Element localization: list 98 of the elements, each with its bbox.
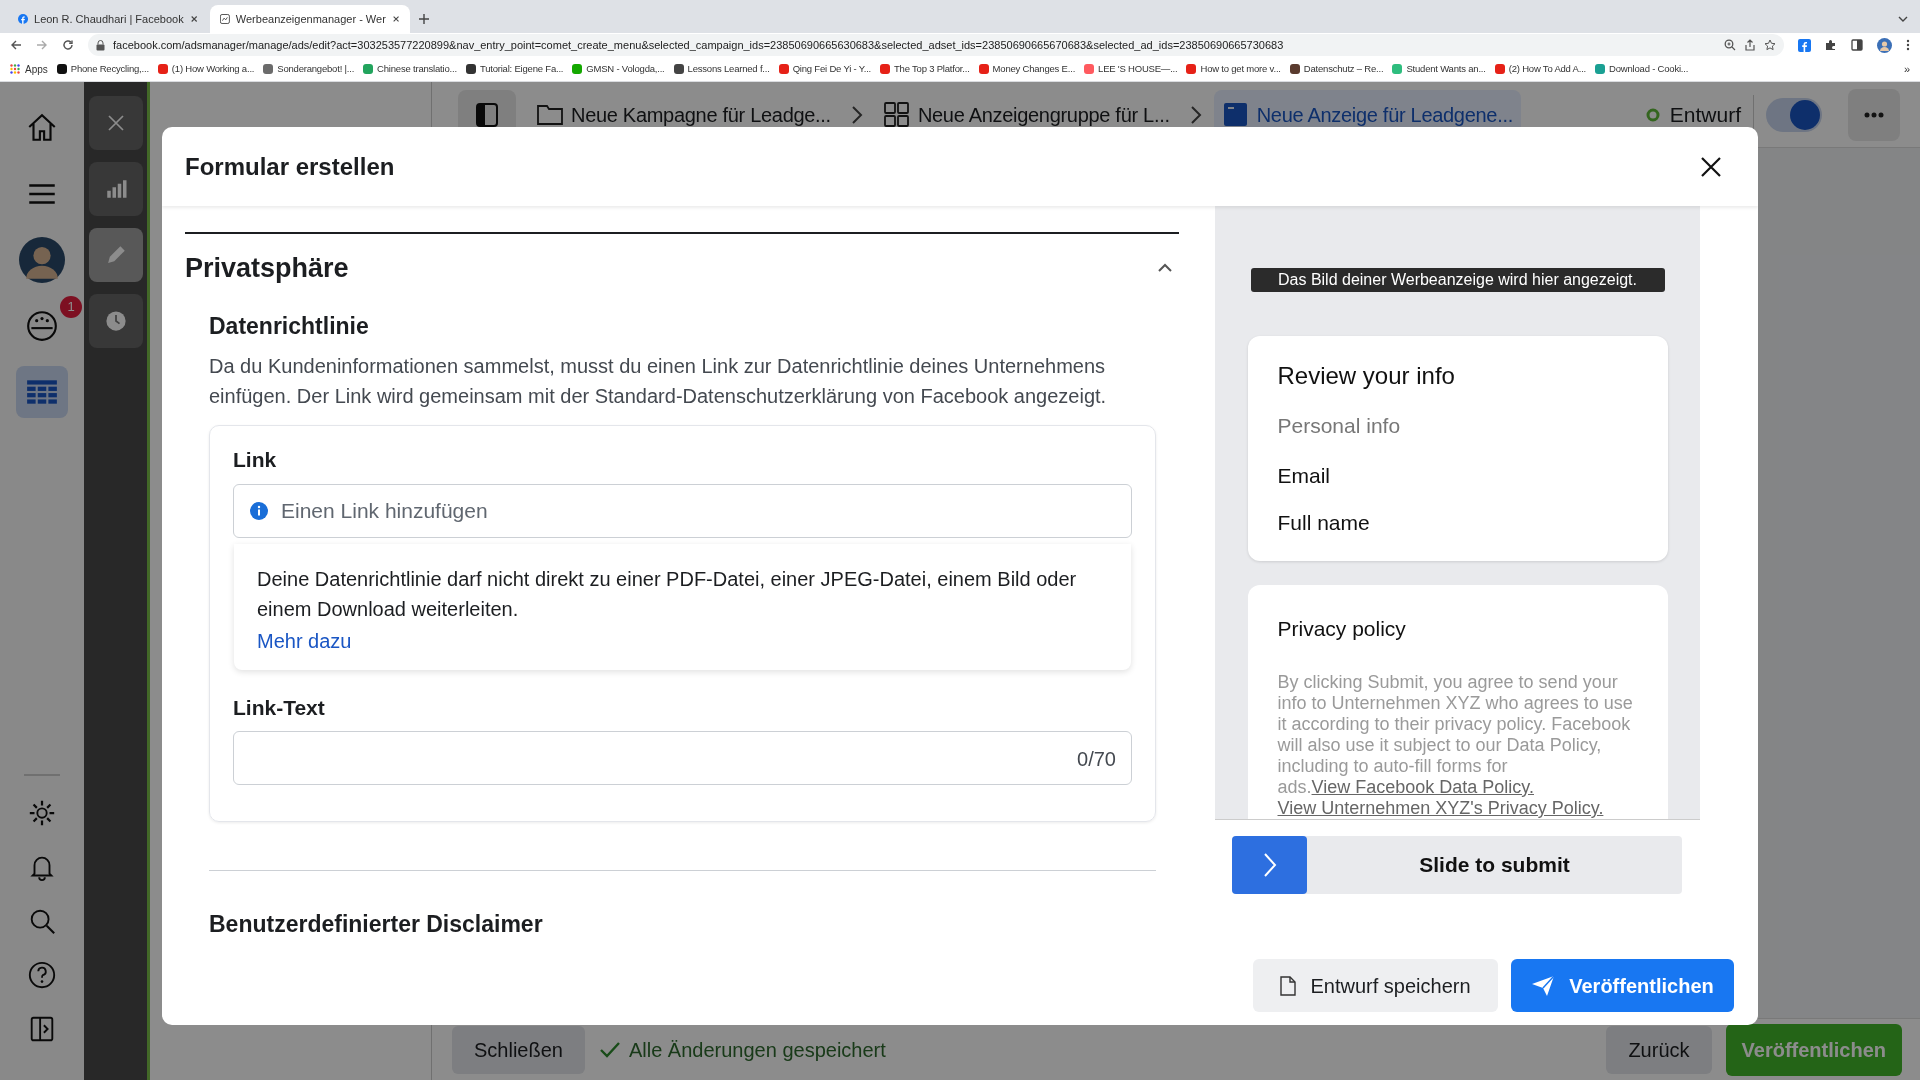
status-label: Entwurf [1669,101,1741,128]
nav-button[interactable] [16,366,68,418]
breadcrumb-item[interactable]: Neue Kampagne für Leadge... [528,89,839,140]
card-subtitle: Personal info [1277,413,1402,439]
zoom-icon[interactable] [1724,39,1736,51]
save-draft-button[interactable]: Entwurf speichern [1253,959,1498,1012]
breadcrumb-item[interactable]: Neue Anzeigengruppe für L... [874,89,1178,140]
card-title: Review your info [1277,361,1456,391]
browser-tab[interactable]: Werbeanzeigenmanager - Wer [210,5,410,33]
card-title: Privacy policy [1277,615,1407,642]
policy-link[interactable]: View Unternehmen XYZ's Privacy Policy. [1277,798,1604,818]
facebook-icon [18,13,28,25]
tab-title: Werbeanzeigenmanager - Wer [235,11,386,27]
back-icon[interactable] [10,39,22,51]
bookmark[interactable]: (2) How To Add A... [1494,61,1587,77]
avatar-icon [19,237,65,283]
chevron-up-icon [1157,263,1173,274]
hint-text: Deine Datenrichtlinie darf nicht direkt zu einer PDF-Datei, einer JPEG-Datei, einem Bild oder einem Download weiterleiten. [257,566,1078,622]
page-icon [220,13,230,25]
settings-icon [27,798,57,828]
dialog-title: Formular erstellen [185,151,395,182]
document-icon [1280,975,1297,996]
saved-status: Alle Änderungen gespeichert [628,1037,886,1063]
url-text: facebook.com/adsmanager/manage/ads/edit?act=303253577220899&nav_entry_point=comet_create_menu&selected_campaign_ids=23850690665630683&selected_adset_ids=23850690665670683&selected_ad_ids=23850690665730683 [113,37,1285,53]
learn-more-link[interactable]: Mehr dazu [257,625,352,656]
apps-shortcut[interactable]: Apps [10,61,48,77]
puzzle-icon[interactable] [1825,39,1837,51]
character-counter: 0/70 [1077,747,1116,772]
chevron-right-icon [1262,852,1277,878]
tool-button[interactable] [88,294,143,348]
tool-button[interactable] [88,96,143,150]
bookmark[interactable]: Tutorial: Eigene Fa... [465,61,564,77]
chevron-right-icon [1189,104,1202,125]
check-icon [598,1040,621,1059]
address-bar[interactable] [88,34,1784,56]
toggle-switch[interactable] [1766,97,1822,132]
subsection-title: Datenrichtlinie [209,311,370,341]
publish-button[interactable]: Veröffentlichen [1511,959,1734,1012]
bookmark[interactable]: Download - Cooki... [1595,61,1689,77]
tab-title: Leon R. Chaudhari | Facebook [34,11,184,27]
chevron-down-icon[interactable] [1898,15,1908,23]
close-button[interactable]: Schließen [452,1025,585,1074]
tool-button[interactable] [88,162,143,216]
bookmark[interactable]: Lessons Learned f... [673,61,770,77]
gauge-icon [25,309,59,343]
back-button[interactable]: Zurück [1606,1025,1712,1074]
apps-grid-icon [10,64,20,74]
bookmark[interactable]: Datenschutz – Re... [1289,61,1384,77]
slider-handle[interactable] [1232,836,1307,894]
bookmark[interactable]: Qing Fei De Yi - Y... [778,61,871,77]
nav-button[interactable] [16,234,68,286]
form-field-label: Email [1277,462,1331,489]
close-icon[interactable] [189,14,198,24]
bookmark[interactable]: The Top 3 Platfor... [880,61,970,77]
reload-icon[interactable] [62,39,74,51]
bookmark[interactable]: GMSN - Vologda,... [572,61,665,77]
status-dot-icon [1645,107,1660,122]
sidebar-icon [476,102,498,127]
description-text: Da du Kundeninformationen sammelst, musst du einen Link zur Datenrichtlinie deines Unternehmens einfügen. Der Link wird gemeinsam mit der Standard-Datenschutzerklärung von Facebook angezeigt. [209,354,1108,409]
bookmark[interactable]: Phone Recycling,... [56,61,149,77]
privacy-text: By clicking Submit, you agree to send your info to Unternehmen XYZ who agrees to use it according to their privacy policy. Facebook will also use it subject to our Data Policy, including to auto-fill forms for ads.View Facebook Data Policy. View Unternehmen XYZ's Privacy Policy. [1277,672,1634,819]
section-title: Benutzerdefinierter Disclaimer [209,910,544,939]
more-bookmarks-button[interactable]: » [1903,60,1910,78]
share-icon[interactable] [1744,39,1756,51]
field-label: Link [233,447,277,473]
send-icon [1531,974,1556,997]
bookmark[interactable]: Money Changes E... [978,61,1076,77]
policy-link[interactable]: View Facebook Data Policy. [1311,777,1534,797]
nav-button[interactable] [24,308,60,344]
notification-badge: 1 [60,296,82,318]
bookmark[interactable]: (1) How Working a... [157,61,255,77]
more-icon [1864,111,1884,118]
section-header[interactable]: Privatsphäre [185,248,1179,289]
bookmark-star-icon[interactable] [1764,39,1776,51]
bookmark[interactable]: Chinese translatio... [363,61,457,77]
field-label: Link-Text [233,694,325,721]
tool-button[interactable] [88,228,143,282]
form-field-label: Full name [1277,510,1371,536]
more-icon[interactable] [1906,39,1910,51]
info-icon [250,501,268,520]
slide-to-submit-control[interactable]: Slide to submit [1232,836,1682,894]
bookmark[interactable]: Student Wants an... [1392,61,1486,77]
close-icon[interactable] [1700,155,1722,178]
bookmark[interactable]: How to get more v... [1186,61,1281,77]
link-input-field[interactable]: Einen Link hinzufügen [233,483,1132,538]
grid-icon [882,101,910,128]
close-icon[interactable] [391,14,400,24]
profile-avatar-icon[interactable] [1877,37,1892,53]
image-caption: Das Bild deiner Werbeanzeige wird hier angezeigt. [1250,268,1665,292]
new-tab-icon[interactable] [418,13,430,25]
help-icon [27,960,57,990]
bookmark[interactable]: Sonderangebot! |... [263,61,355,77]
bookmark[interactable]: LEE 'S HOUSE—... [1084,61,1178,77]
facebook-extension-icon[interactable] [1798,38,1811,52]
lock-icon [96,39,105,51]
link-text-input-field[interactable] [233,731,1132,785]
chevron-right-icon [850,104,863,125]
side-panel-icon[interactable] [1851,39,1863,51]
